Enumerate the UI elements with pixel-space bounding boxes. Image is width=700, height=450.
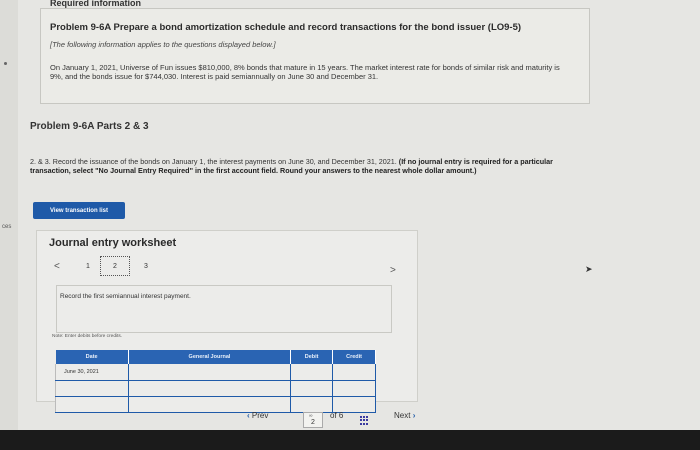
journal-table: Date General Journal Debit Credit June 3…: [55, 350, 376, 413]
page-of-label: of 6: [330, 411, 344, 420]
left-edge-strip: ces: [0, 0, 18, 430]
prev-button[interactable]: ‹ Prev: [247, 411, 268, 420]
journal-header-row: Date General Journal Debit Credit: [55, 350, 376, 364]
account-cell[interactable]: [128, 396, 292, 413]
col-debit-header: Debit: [290, 350, 334, 364]
next-chevron-icon: ›: [412, 411, 416, 420]
required-info-heading: Required information: [50, 0, 142, 8]
instructions: 2. & 3. Record the issuance of the bonds…: [30, 157, 590, 175]
next-button[interactable]: Next ›: [394, 411, 415, 420]
bottom-dark-bar: [0, 430, 700, 450]
instructions-plain: 2. & 3. Record the issuance of the bonds…: [30, 157, 397, 166]
debits-note: Note: Enter debits before credits.: [52, 334, 123, 339]
worksheet-page-2[interactable]: 2: [100, 256, 130, 276]
mouse-cursor-icon: ➤: [585, 264, 593, 274]
credit-cell[interactable]: [332, 396, 376, 413]
prev-chevron-icon: ‹: [247, 411, 250, 420]
info-note: [The following information applies to th…: [50, 40, 276, 49]
table-row: June 30, 2021: [55, 364, 376, 381]
page-select-box[interactable]: ∞ 2: [303, 412, 323, 428]
table-row: [55, 396, 376, 413]
grid-menu-icon[interactable]: [360, 416, 369, 425]
worksheet-prev-chevron-icon[interactable]: <: [54, 261, 60, 272]
bullet-dot: [4, 62, 7, 65]
next-label: Next: [394, 411, 411, 420]
table-row: [55, 380, 376, 397]
page-current: 2: [311, 419, 315, 426]
account-cell[interactable]: [128, 364, 292, 381]
view-transaction-list-button[interactable]: View transaction list: [33, 202, 125, 219]
left-edge-fragment: ces: [2, 224, 12, 230]
credit-cell[interactable]: [332, 364, 376, 381]
problem-title: Problem 9-6A Prepare a bond amortization…: [50, 22, 522, 33]
debit-cell[interactable]: [290, 396, 334, 413]
debit-cell[interactable]: [290, 380, 334, 397]
date-cell[interactable]: [55, 396, 129, 413]
account-cell[interactable]: [128, 380, 292, 397]
worksheet-next-chevron-icon[interactable]: >: [390, 265, 396, 276]
worksheet-page-1[interactable]: 1: [86, 263, 90, 270]
prev-label: Prev: [251, 411, 269, 420]
worksheet-page-2-label: 2: [113, 262, 117, 270]
credit-cell[interactable]: [332, 380, 376, 397]
problem-text: On January 1, 2021, Universe of Fun issu…: [50, 63, 560, 81]
col-credit-header: Credit: [332, 350, 376, 364]
col-general-journal-header: General Journal: [128, 350, 292, 364]
link-icon: ∞: [309, 413, 313, 419]
date-cell[interactable]: June 30, 2021: [55, 364, 129, 381]
col-date-header: Date: [55, 350, 129, 364]
date-cell[interactable]: [55, 380, 129, 397]
worksheet-page-3[interactable]: 3: [144, 263, 148, 270]
record-prompt: Record the first semiannual interest pay…: [60, 293, 191, 300]
debit-cell[interactable]: [290, 364, 334, 381]
parts-heading: Problem 9-6A Parts 2 & 3: [30, 121, 149, 132]
worksheet-title: Journal entry worksheet: [49, 237, 177, 249]
